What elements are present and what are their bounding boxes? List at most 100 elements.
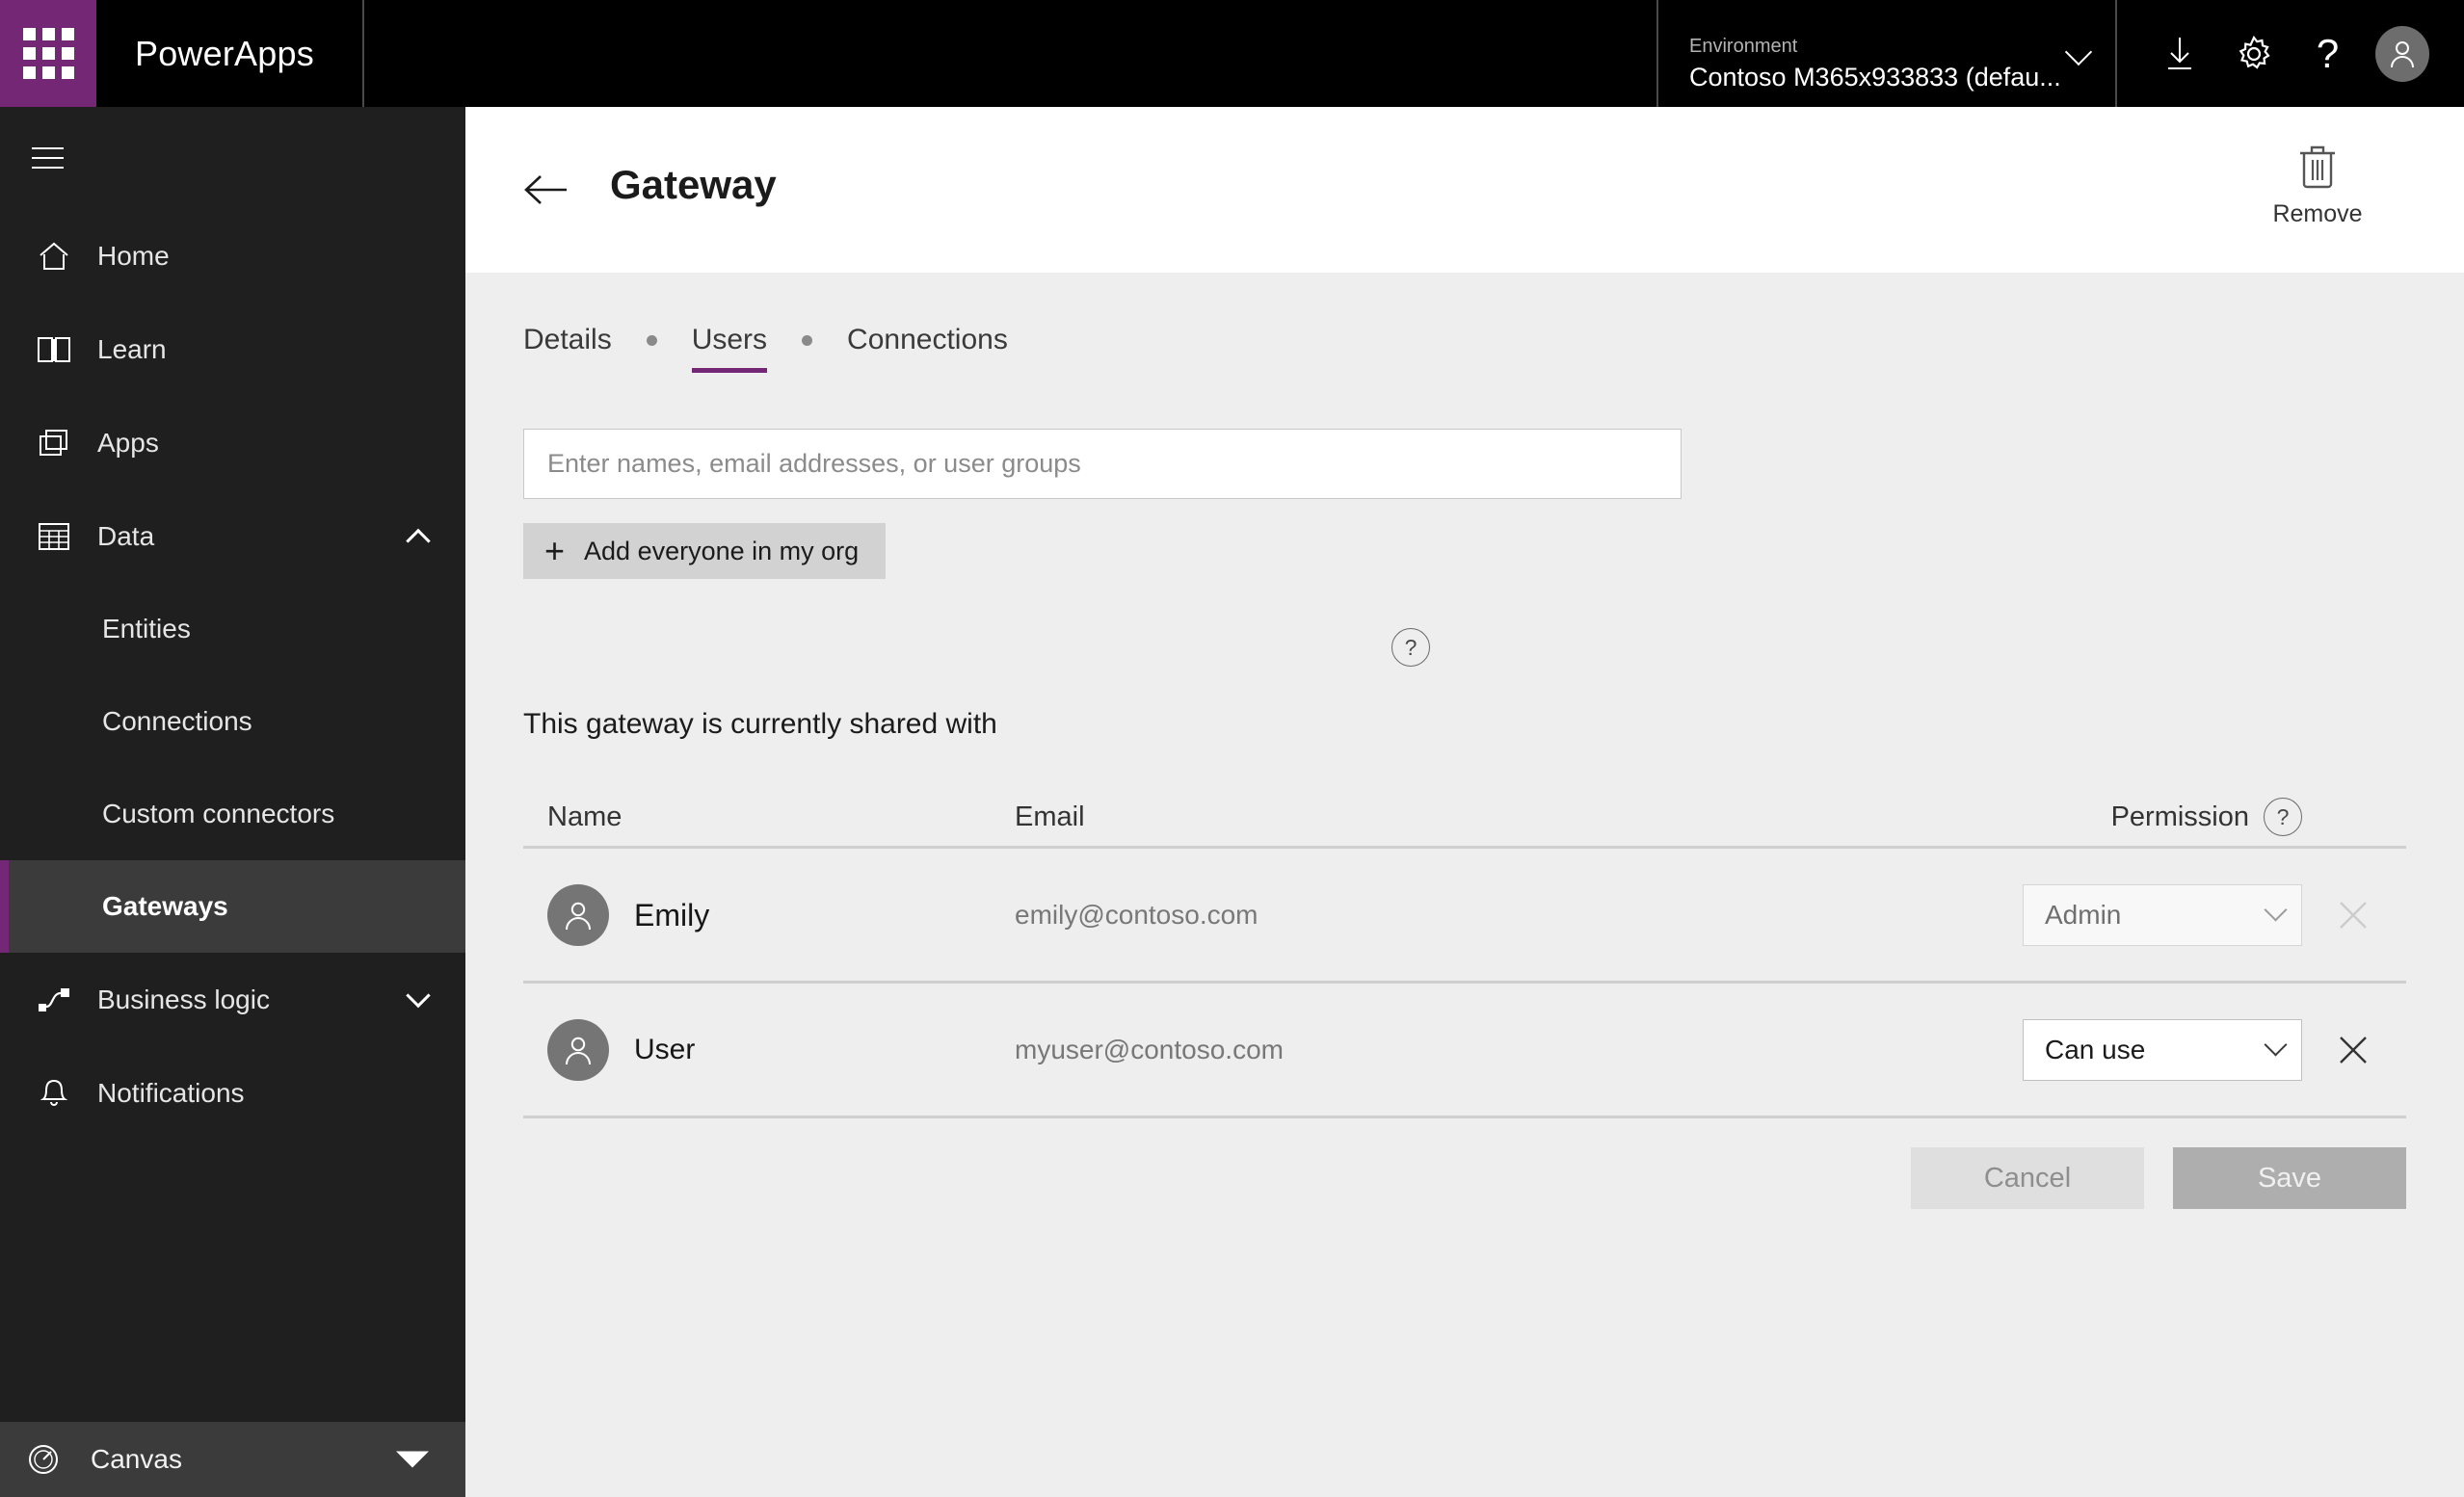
sidebar-subitem-label: Entities [102, 614, 191, 643]
user-avatar-icon [2390, 40, 2414, 67]
sidebar-item-notifications[interactable]: Notifications [0, 1046, 465, 1140]
cell-name: Emily [523, 883, 1015, 946]
sidebar-item-custom-connectors[interactable]: Custom connectors [0, 768, 465, 860]
remove-user-button[interactable] [2331, 1028, 2375, 1072]
home-icon [32, 234, 76, 278]
avatar [2374, 25, 2429, 82]
remove-label: Remove [2272, 200, 2363, 227]
sidebar-subitem-label: Gateways [102, 891, 228, 921]
avatar [547, 1018, 609, 1081]
trash-icon [2300, 145, 2335, 189]
gauge-icon [21, 1437, 66, 1482]
cell-name: User [523, 1018, 1015, 1081]
sidebar-item-business-logic[interactable]: Business logic [0, 953, 465, 1046]
column-permission: Permission ? [1824, 798, 2406, 836]
sidebar-item-data[interactable]: Data [0, 489, 465, 583]
plus-icon: + [544, 531, 566, 570]
sidebar-footer-label: Canvas [91, 1444, 182, 1474]
permission-value: Can use [2045, 1034, 2146, 1064]
back-button[interactable] [523, 169, 570, 211]
sidebar-subitem-label: Connections [102, 706, 252, 736]
column-name: Name [523, 801, 1015, 833]
add-everyone-button[interactable]: + Add everyone in my org [523, 523, 887, 579]
sidebar-item-label: Home [97, 240, 170, 271]
app-launcher-grid-icon [22, 28, 74, 79]
chevron-up-icon [406, 528, 431, 553]
chevron-down-icon [2264, 898, 2288, 922]
app-launcher-button[interactable] [0, 0, 96, 107]
shared-with-text: This gateway is currently shared with [523, 708, 997, 740]
tab-details[interactable]: Details [523, 321, 612, 373]
table-row: Emily emily@contoso.com Admin [523, 849, 2406, 984]
tab-separator-dot [802, 334, 813, 346]
sidebar-item-connections[interactable]: Connections [0, 675, 465, 768]
environment-picker[interactable]: Environment Contoso M365x933833 (defau..… [1656, 0, 2117, 107]
hamburger-menu-icon [32, 147, 64, 169]
sidebar-item-entities[interactable]: Entities [0, 583, 465, 675]
download-button[interactable] [2153, 27, 2207, 81]
close-icon [2340, 901, 2367, 929]
cell-email: emily@contoso.com [1015, 899, 1824, 932]
sidebar-item-label: Notifications [97, 1077, 245, 1108]
flow-icon [32, 978, 76, 1022]
sidebar-menu-toggle[interactable] [0, 107, 465, 209]
apps-stack-icon [32, 421, 76, 465]
chevron-down-icon [406, 983, 431, 1008]
account-button[interactable] [2374, 25, 2429, 82]
column-email: Email [1015, 801, 1824, 833]
add-everyone-label: Add everyone in my org [584, 536, 860, 565]
person-avatar-icon [566, 902, 591, 930]
add-everyone-help-icon[interactable]: ? [1391, 628, 1430, 667]
save-button[interactable]: Save [2173, 1147, 2406, 1209]
environment-label: Environment [1689, 35, 1798, 57]
tab-strip: Details Users Connections [523, 321, 1008, 373]
permission-dropdown[interactable]: Can use [2023, 1018, 2302, 1081]
permission-value: Admin [2045, 899, 2122, 930]
close-icon [2340, 1036, 2367, 1064]
table-grid-icon [32, 514, 76, 559]
caret-down-icon [396, 1451, 429, 1468]
permission-help-icon[interactable]: ? [2264, 798, 2302, 836]
sidebar-item-gateways[interactable]: Gateways [0, 860, 465, 953]
top-bar-spacer [364, 0, 1656, 107]
people-picker-input[interactable] [523, 429, 1682, 499]
sidebar-subitem-label: Custom connectors [102, 799, 335, 828]
sidebar-item-apps[interactable]: Apps [0, 396, 465, 489]
user-name: User [634, 1033, 696, 1065]
book-icon [32, 328, 76, 372]
brand-title[interactable]: PowerApps [96, 0, 364, 107]
sidebar-item-home[interactable]: Home [0, 209, 465, 302]
page-title: Gateway [610, 162, 777, 207]
environment-value: Contoso M365x933833 (defau... [1689, 62, 2061, 92]
sidebar: Home Learn Apps Data Entities Connection… [0, 107, 465, 1497]
sidebar-footer-canvas-switcher[interactable]: Canvas [0, 1422, 465, 1497]
cell-permission: Can use [1824, 1018, 2406, 1081]
question-mark-icon: ? [2316, 30, 2340, 76]
back-arrow-icon [524, 175, 567, 204]
tab-users[interactable]: Users [691, 321, 768, 373]
chevron-down-icon [2264, 1033, 2288, 1057]
page-header: Gateway Remove [465, 107, 2464, 273]
cancel-button[interactable]: Cancel [1911, 1147, 2144, 1209]
download-icon [2167, 37, 2191, 69]
settings-button[interactable] [2227, 27, 2281, 81]
avatar [547, 883, 609, 946]
remove-user-button [2331, 893, 2375, 937]
cell-permission: Admin [1824, 883, 2406, 946]
user-email: myuser@contoso.com [1015, 1034, 1284, 1064]
remove-button[interactable]: Remove [2250, 142, 2385, 228]
sidebar-item-label: Apps [97, 427, 159, 458]
bell-icon [32, 1071, 76, 1116]
tab-connections[interactable]: Connections [847, 321, 1008, 373]
header-email: Email [1015, 801, 1085, 832]
sidebar-item-learn[interactable]: Learn [0, 302, 465, 396]
sidebar-item-label: Data [97, 520, 155, 551]
user-name: Emily [634, 897, 710, 932]
table-header-row: Name Email Permission ? [523, 788, 2406, 849]
top-bar-icons: ? [2117, 0, 2464, 107]
help-button[interactable]: ? [2301, 27, 2355, 81]
header-permission: Permission [2110, 801, 2249, 832]
shared-users-table: Name Email Permission ? Emily emily@cont… [523, 788, 2406, 1118]
gear-icon [2239, 35, 2270, 69]
sidebar-item-label: Learn [97, 333, 167, 364]
